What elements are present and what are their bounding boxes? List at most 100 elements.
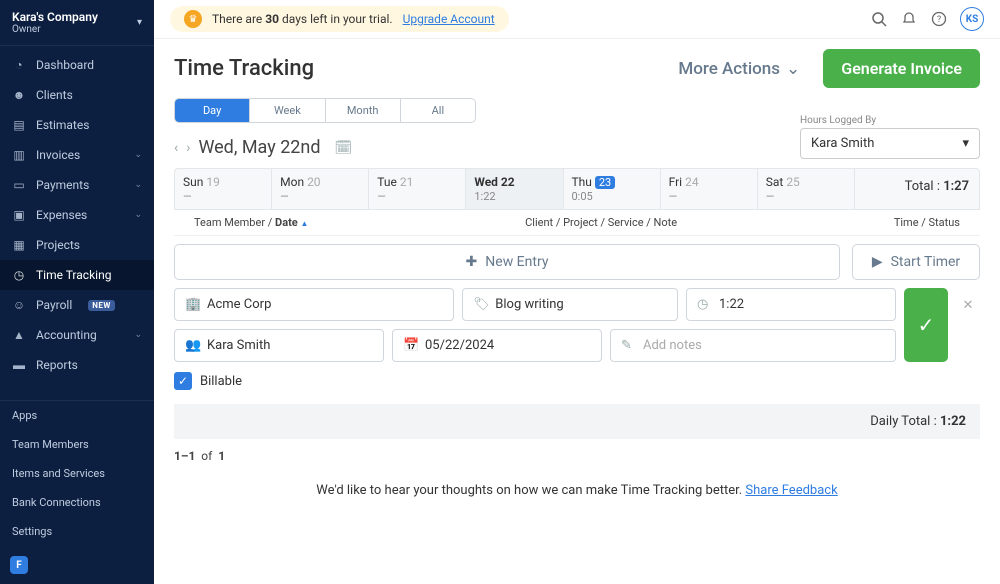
company-switcher[interactable]: Kara's Company Owner ▾ — [0, 0, 154, 46]
user-field[interactable]: 👥 — [174, 329, 384, 362]
user-input[interactable] — [207, 338, 373, 353]
play-icon: ▶ — [872, 254, 883, 270]
sidebar-item-dashboard[interactable]: ◔Dashboard — [0, 50, 154, 80]
seg-month[interactable]: Month — [325, 99, 400, 122]
cancel-button[interactable]: ✕ — [956, 288, 980, 362]
chevron-down-icon: ⌄ — [134, 180, 142, 190]
building-icon: 🏢 — [185, 297, 199, 312]
notes-input[interactable] — [643, 338, 885, 353]
sidebar-item-reports[interactable]: ▬Reports — [0, 350, 154, 380]
billable-row: ✓ Billable — [174, 372, 980, 390]
page-title: Time Tracking — [174, 56, 314, 81]
sidebar-nav: ◔Dashboard ☻Clients ▤Estimates ▥Invoices… — [0, 46, 154, 400]
hours-logged-label: Hours Logged By — [800, 115, 980, 126]
chevron-down-icon: ⌄ — [786, 59, 800, 79]
project-input[interactable] — [495, 297, 667, 312]
date-field[interactable]: 📅 — [392, 329, 602, 362]
brand-logo: F — [0, 546, 154, 584]
card-icon: ▭ — [12, 178, 26, 192]
generate-invoice-button[interactable]: Generate Invoice — [823, 49, 980, 88]
sidebar-item-clients[interactable]: ☻Clients — [0, 80, 154, 110]
tag-icon: 🏷 — [473, 297, 487, 312]
sidebar-sub-items-services[interactable]: Items and Services — [0, 459, 154, 488]
hours-logged-select[interactable]: Kara Smith ▾ — [800, 128, 980, 159]
billable-label: Billable — [200, 374, 242, 389]
avatar[interactable]: KS — [960, 7, 984, 31]
invoice-icon: ▥ — [12, 148, 26, 162]
next-day-button[interactable]: › — [186, 140, 190, 156]
duration-input[interactable] — [719, 297, 885, 312]
confirm-button[interactable]: ✓ — [904, 288, 948, 362]
day-tue[interactable]: Tue 21— — [369, 169, 466, 209]
trial-pill: ♛ There are 30 days left in your trial. … — [170, 6, 509, 32]
day-thu[interactable]: Thu 230:05 — [564, 169, 661, 209]
briefcase-icon: ▦ — [12, 238, 26, 252]
calendar-icon[interactable]: 🗓 — [335, 140, 353, 156]
week-total: Total : 1:27 — [855, 169, 979, 209]
sidebar-item-estimates[interactable]: ▤Estimates — [0, 110, 154, 140]
more-actions-button[interactable]: More Actions⌄ — [665, 49, 813, 88]
seg-all[interactable]: All — [400, 99, 475, 122]
sort-asc-icon: ▲ — [300, 219, 308, 228]
col-date[interactable]: Date ▲ — [275, 216, 308, 229]
sidebar-sub-apps[interactable]: Apps — [0, 401, 154, 430]
check-icon: ✓ — [918, 313, 935, 337]
bell-icon[interactable] — [900, 10, 918, 28]
clock-icon: ◷ — [697, 297, 711, 312]
col-team-member[interactable]: Team Member — [194, 216, 265, 229]
sidebar-sub-bank-connections[interactable]: Bank Connections — [0, 488, 154, 517]
trial-banner: ♛ There are 30 days left in your trial. … — [154, 0, 1000, 39]
day-fri[interactable]: Fri 24— — [661, 169, 758, 209]
sidebar-item-accounting[interactable]: ▲Accounting⌄ — [0, 320, 154, 350]
sidebar-item-invoices[interactable]: ▥Invoices⌄ — [0, 140, 154, 170]
hours-logged-by-filter: Hours Logged By Kara Smith ▾ — [800, 115, 980, 159]
project-field[interactable]: 🏷 — [462, 288, 678, 321]
chevron-down-icon: ▾ — [962, 136, 969, 151]
duration-field[interactable]: ◷ — [686, 288, 896, 321]
seg-week[interactable]: Week — [249, 99, 324, 122]
new-entry-button[interactable]: ✚New Entry — [174, 244, 840, 280]
chart-icon: ▲ — [12, 328, 26, 342]
time-entry-form: 🏢 🏷 ◷ 👥 📅 ✎ ✓ ✕ — [174, 288, 980, 362]
col-right[interactable]: Time / Status — [894, 216, 960, 229]
day-wed[interactable]: Wed 221:22 — [466, 169, 563, 209]
notes-field[interactable]: ✎ — [610, 329, 896, 362]
search-icon[interactable] — [870, 10, 888, 28]
main-panel: ♛ There are 30 days left in your trial. … — [154, 0, 1000, 584]
share-feedback-link[interactable]: Share Feedback — [745, 483, 837, 498]
sidebar-item-payroll[interactable]: ☺PayrollNEW — [0, 290, 154, 320]
new-badge: NEW — [88, 300, 115, 311]
chevron-down-icon: ▾ — [137, 17, 142, 28]
sidebar-item-expenses[interactable]: ▣Expenses⌄ — [0, 200, 154, 230]
day-sat[interactable]: Sat 25— — [758, 169, 855, 209]
upgrade-link[interactable]: Upgrade Account — [403, 12, 495, 26]
people-icon: 👥 — [185, 338, 199, 353]
result-count: 1–1 of 1 — [174, 449, 980, 463]
page-header: Time Tracking More Actions⌄ Generate Inv… — [154, 39, 1000, 98]
current-date: Wed, May 22nd — [198, 137, 320, 158]
expense-icon: ▣ — [12, 208, 26, 222]
sidebar-item-payments[interactable]: ▭Payments⌄ — [0, 170, 154, 200]
chevron-down-icon: ⌄ — [134, 150, 142, 160]
date-input[interactable] — [425, 338, 591, 353]
sidebar-sub-team-members[interactable]: Team Members — [0, 430, 154, 459]
client-input[interactable] — [207, 297, 443, 312]
seg-day[interactable]: Day — [175, 99, 249, 122]
help-icon[interactable]: ? — [930, 10, 948, 28]
billable-checkbox[interactable]: ✓ — [174, 372, 192, 390]
day-sun[interactable]: Sun 19— — [175, 169, 272, 209]
day-mon[interactable]: Mon 20— — [272, 169, 369, 209]
col-middle[interactable]: Client / Project / Service / Note — [525, 216, 677, 229]
prev-day-button[interactable]: ‹ — [174, 140, 178, 156]
client-field[interactable]: 🏢 — [174, 288, 454, 321]
action-row: ✚New Entry ▶Start Timer — [154, 236, 1000, 288]
start-timer-button[interactable]: ▶Start Timer — [852, 244, 980, 280]
company-role: Owner — [12, 24, 98, 35]
check-icon: ✓ — [178, 374, 188, 388]
trial-text: There are 30 days left in your trial. — [212, 12, 393, 26]
sidebar-item-projects[interactable]: ▦Projects — [0, 230, 154, 260]
chevron-down-icon: ⌄ — [134, 210, 142, 220]
daily-total-bar: Daily Total : 1:22 — [174, 404, 980, 439]
sidebar-item-time-tracking[interactable]: ◷Time Tracking — [0, 260, 154, 290]
sidebar-sub-settings[interactable]: Settings — [0, 517, 154, 546]
